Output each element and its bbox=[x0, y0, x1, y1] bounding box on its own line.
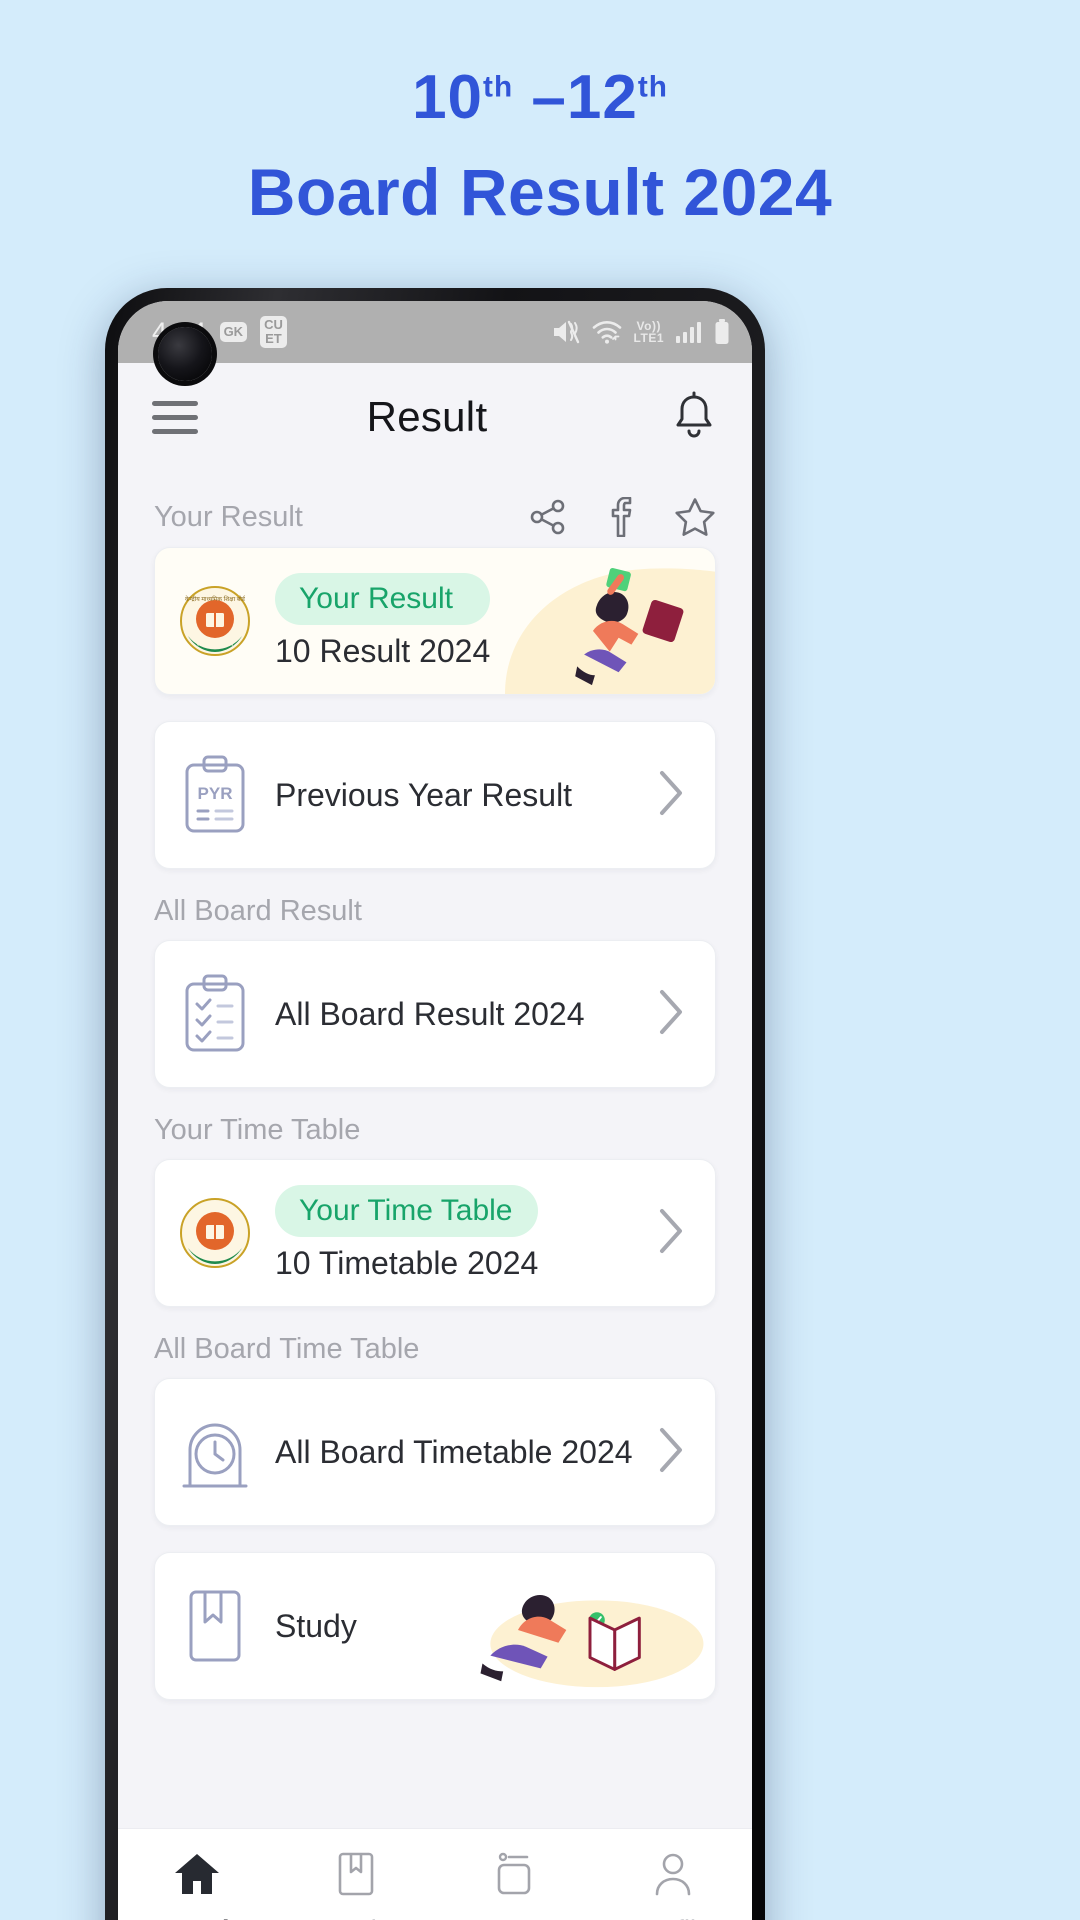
promo-sup-th-2: th bbox=[637, 70, 668, 104]
cuet-app-icon: CU ET bbox=[260, 316, 287, 348]
card-your-result-body: Your Result 10 Result 2024 bbox=[275, 572, 491, 670]
svg-text:केन्द्रीय माध्यमिक शिक्षा बोर्: केन्द्रीय माध्यमिक शिक्षा बोर्ड bbox=[185, 595, 246, 603]
share-icon[interactable] bbox=[528, 497, 568, 537]
promo-sup-th-1: th bbox=[483, 70, 514, 104]
card-study-label: Study bbox=[275, 1607, 357, 1644]
section-action-icons bbox=[528, 497, 716, 537]
mute-icon bbox=[552, 319, 580, 345]
section-header-your-result: Your Result bbox=[118, 471, 752, 547]
chevron-right-icon bbox=[657, 769, 685, 822]
post-card-icon bbox=[491, 1851, 537, 1902]
bell-icon[interactable] bbox=[666, 391, 718, 443]
phone-screen: 4:14 GK CU ET Vo)) LT bbox=[118, 301, 752, 1920]
status-bar: 4:14 GK CU ET Vo)) LT bbox=[118, 301, 752, 381]
nav-label-study: Study bbox=[321, 1915, 390, 1920]
cuet-bottom: ET bbox=[265, 331, 282, 346]
card-all-board-result-2024[interactable]: All Board Result 2024 bbox=[154, 940, 716, 1088]
checklist-clipboard-icon bbox=[155, 974, 275, 1054]
chevron-right-icon bbox=[657, 988, 685, 1041]
nav-label-profile: Profile bbox=[634, 1915, 711, 1920]
promo-dash: – bbox=[513, 63, 567, 132]
phone-mockup: 4:14 GK CU ET Vo)) LT bbox=[105, 288, 765, 1920]
card-all-board-timetable-2024-label: All Board Timetable 2024 bbox=[275, 1433, 633, 1470]
card-your-result[interactable]: केन्द्रीय माध्यमिक शिक्षा बोर्ड असतो मा … bbox=[154, 547, 716, 695]
status-bar-left: 4:14 GK CU ET bbox=[152, 316, 552, 348]
svg-text:असतो मा सद्गमय: असतो मा सद्गमय bbox=[197, 640, 234, 648]
book-bookmark-icon bbox=[155, 1588, 275, 1664]
section-label-your-result: Your Result bbox=[154, 500, 303, 533]
nav-item-study[interactable]: Study bbox=[277, 1851, 436, 1920]
page-title: Result bbox=[366, 393, 488, 440]
clock-arch-icon bbox=[155, 1412, 275, 1492]
nav-item-result[interactable]: Result bbox=[118, 1851, 277, 1920]
card-previous-year-result-label: Previous Year Result bbox=[275, 776, 573, 813]
bottom-navigation: Result Study Post bbox=[118, 1828, 752, 1920]
chevron-right-icon bbox=[657, 1426, 685, 1479]
promo-line-1: 10th –12th bbox=[0, 62, 1080, 133]
book-icon bbox=[334, 1851, 378, 1902]
promo-line-2: Board Result 2024 bbox=[247, 155, 833, 230]
svg-text:PYR: PYR bbox=[198, 784, 233, 803]
student-celebrating-figure-icon bbox=[575, 567, 684, 686]
promo-grade-10: 10 bbox=[412, 63, 484, 132]
battery-icon bbox=[714, 319, 730, 345]
section-label-all-board-result: All Board Result bbox=[154, 895, 362, 927]
student-reading-illustration bbox=[480, 1595, 704, 1688]
pyr-clipboard-icon: PYR bbox=[155, 755, 275, 835]
camera-punch-hole bbox=[158, 327, 212, 381]
screenshot-root: 10th –12th Board Result 2024 4:14 GK CU … bbox=[0, 0, 1080, 1920]
promo-grade-12: 12 bbox=[566, 63, 638, 132]
card-previous-year-result[interactable]: PYR Previous Year Result bbox=[154, 721, 716, 869]
facebook-icon[interactable] bbox=[602, 497, 640, 537]
card-all-board-timetable-2024[interactable]: All Board Timetable 2024 bbox=[154, 1378, 716, 1526]
card-your-result-subtitle: 10 Result 2024 bbox=[275, 632, 491, 669]
promo-heading: 10th –12th Board Result 2024 bbox=[0, 62, 1080, 231]
card-your-time-table-body: Your Time Table 10 Timetable 2024 bbox=[275, 1184, 539, 1282]
card-all-board-result-2024-label: All Board Result 2024 bbox=[275, 995, 585, 1032]
badge-your-time-table: Your Time Table bbox=[275, 1184, 539, 1237]
nav-label-result: Result bbox=[156, 1915, 239, 1920]
cbse-board-seal-icon: केन्द्रीय माध्यमिक शिक्षा बोर्ड असतो मा … bbox=[155, 584, 275, 658]
volte-bottom: LTE1 bbox=[633, 331, 664, 345]
card-study[interactable]: Study bbox=[154, 1552, 716, 1700]
gk-app-icon: GK bbox=[219, 322, 248, 342]
card-your-time-table[interactable]: Your Time Table 10 Timetable 2024 bbox=[154, 1159, 716, 1307]
status-bar-right: Vo)) LTE1 bbox=[552, 319, 730, 345]
section-label-your-time-table: Your Time Table bbox=[154, 1114, 361, 1146]
section-label-all-board-time-table: All Board Time Table bbox=[154, 1333, 420, 1365]
nav-label-post: Post bbox=[487, 1915, 541, 1920]
app-bar: Result bbox=[118, 363, 752, 471]
nav-item-post[interactable]: Post bbox=[435, 1851, 594, 1920]
cbse-board-seal-icon bbox=[155, 1196, 275, 1270]
scroll-content[interactable]: Your Result केन्द्रीय माध्यमिक शिक्षा बो… bbox=[118, 471, 752, 1843]
student-celebrating-illustration bbox=[505, 568, 715, 694]
signal-bars-icon bbox=[675, 320, 703, 344]
person-icon bbox=[651, 1851, 695, 1902]
chevron-right-icon bbox=[657, 1207, 685, 1260]
card-your-time-table-subtitle: 10 Timetable 2024 bbox=[275, 1244, 539, 1281]
badge-your-result: Your Result bbox=[275, 572, 491, 625]
star-icon[interactable] bbox=[674, 497, 716, 537]
wifi-icon bbox=[591, 319, 623, 345]
nav-item-profile[interactable]: Profile bbox=[594, 1851, 753, 1920]
volte-indicator: Vo)) LTE1 bbox=[634, 320, 664, 344]
home-icon bbox=[172, 1851, 222, 1902]
